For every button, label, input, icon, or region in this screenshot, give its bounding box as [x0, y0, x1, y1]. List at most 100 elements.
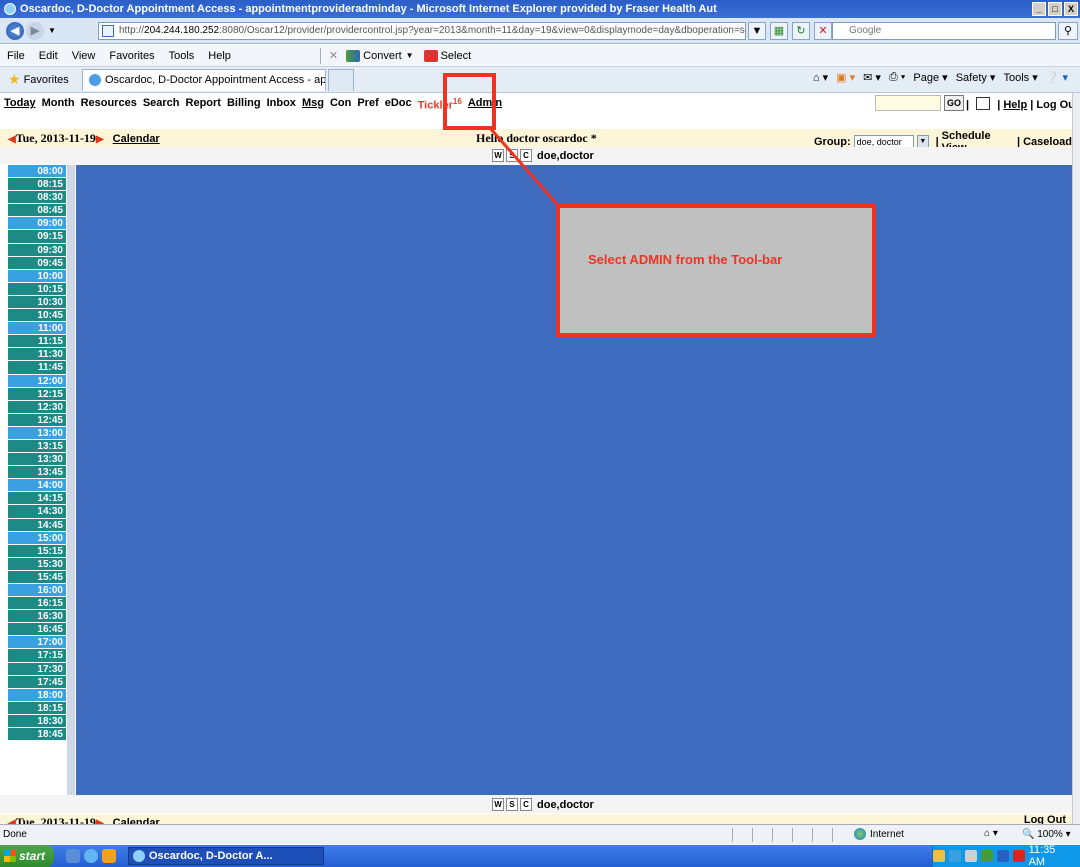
time-slot[interactable]: 11:15 — [8, 335, 66, 349]
menu-con[interactable]: Con — [330, 97, 351, 112]
time-slot[interactable]: 15:30 — [8, 557, 66, 571]
time-slot[interactable]: 14:00 — [8, 479, 66, 493]
menu-file[interactable]: File — [0, 50, 32, 62]
compatibility-icon[interactable]: ▦ — [770, 22, 788, 40]
stop-icon[interactable]: ✕ — [814, 22, 832, 40]
time-slot[interactable]: 17:00 — [8, 636, 66, 650]
time-slot[interactable]: 11:45 — [8, 361, 66, 375]
calendar-link-bottom[interactable]: Calendar — [113, 817, 160, 824]
time-slot[interactable]: 09:30 — [8, 243, 66, 257]
time-slot[interactable]: 13:30 — [8, 453, 66, 467]
time-slot[interactable]: 14:30 — [8, 505, 66, 519]
desktop-icon[interactable] — [66, 849, 80, 863]
minimize-button[interactable]: _ — [1032, 2, 1046, 16]
time-slot[interactable]: 17:45 — [8, 675, 66, 689]
time-slot[interactable]: 10:00 — [8, 269, 66, 283]
lock-icon[interactable] — [932, 850, 945, 862]
url-dropdown-icon[interactable]: ▼ — [748, 22, 766, 40]
protected-mode-icon[interactable]: ⌂ ▾ — [984, 828, 998, 839]
menu-inbox[interactable]: Inbox — [267, 97, 296, 112]
provider-search-button[interactable]: S — [506, 149, 518, 162]
edit-icon[interactable] — [976, 97, 991, 110]
history-dropdown-icon[interactable]: ▼ — [48, 26, 56, 35]
quick-search-input[interactable] — [875, 95, 941, 111]
vertical-scrollbar[interactable] — [1072, 93, 1080, 824]
volume-icon[interactable] — [964, 850, 977, 862]
help-icon[interactable]: ❔ ▾ — [1046, 71, 1068, 84]
provider-caseload-button-bottom[interactable]: C — [520, 798, 532, 811]
time-slot[interactable]: 15:45 — [8, 570, 66, 584]
prev-day-icon[interactable]: ◀ — [8, 134, 16, 145]
menu-resources[interactable]: Resources — [81, 97, 137, 112]
time-slot[interactable]: 08:00 — [8, 165, 66, 179]
time-slot[interactable]: 18:15 — [8, 701, 66, 715]
home-icon[interactable]: ⌂ ▾ — [813, 71, 828, 84]
provider-search-button-bottom[interactable]: S — [506, 798, 518, 811]
time-slot[interactable]: 08:45 — [8, 204, 66, 218]
favorites-button[interactable]: ★ Favorites — [0, 71, 80, 88]
provider-week-button[interactable]: W — [492, 149, 504, 162]
menu-today[interactable]: Today — [4, 97, 36, 112]
search-input[interactable]: Google — [832, 22, 1056, 40]
time-slot[interactable]: 09:00 — [8, 217, 66, 231]
feeds-icon[interactable]: ▣ ▾ — [836, 71, 855, 84]
time-slot[interactable]: 12:15 — [8, 387, 66, 401]
time-slot[interactable]: 15:00 — [8, 531, 66, 545]
time-slot[interactable]: 12:45 — [8, 413, 66, 427]
help-link[interactable]: Help — [1003, 99, 1027, 111]
time-slot[interactable]: 17:30 — [8, 662, 66, 676]
time-slot[interactable]: 18:00 — [8, 688, 66, 702]
time-slot[interactable]: 16:00 — [8, 584, 66, 598]
menu-billing[interactable]: Billing — [227, 97, 261, 112]
outlook-icon[interactable] — [102, 849, 116, 863]
time-slot[interactable]: 10:45 — [8, 309, 66, 323]
menu-report[interactable]: Report — [186, 97, 221, 112]
select-button[interactable]: Select — [423, 49, 471, 62]
time-slot[interactable]: 13:45 — [8, 466, 66, 480]
maximize-button[interactable]: □ — [1048, 2, 1062, 16]
time-slot[interactable]: 12:00 — [8, 374, 66, 388]
menu-favorites[interactable]: Favorites — [102, 50, 161, 62]
menu-view[interactable]: View — [65, 50, 103, 62]
logout-link-bottom[interactable]: Log Out — [1024, 814, 1066, 824]
time-slot[interactable]: 18:30 — [8, 714, 66, 729]
tab-oscardoc[interactable]: Oscardoc, D-Doctor Appointment Access - … — [82, 68, 326, 91]
forward-button[interactable]: ▶ — [26, 21, 44, 40]
time-slot[interactable]: 13:00 — [8, 426, 66, 440]
time-slot[interactable]: 10:30 — [8, 295, 66, 310]
page-menu[interactable]: Page ▾ — [913, 71, 947, 84]
ie-quicklaunch-icon[interactable] — [84, 849, 98, 863]
provider-name-bottom[interactable]: doe,doctor — [537, 799, 594, 811]
provider-caseload-button[interactable]: C — [520, 149, 532, 162]
menu-help[interactable]: Help — [201, 50, 238, 62]
menu-edit[interactable]: Edit — [32, 50, 65, 62]
time-slot[interactable]: 09:45 — [8, 256, 66, 270]
time-slot[interactable]: 18:45 — [8, 728, 66, 742]
tools-menu[interactable]: Tools ▾ — [1003, 71, 1037, 84]
safety-menu[interactable]: Safety ▾ — [956, 71, 996, 84]
time-slot[interactable]: 13:15 — [8, 439, 66, 454]
time-slot[interactable]: 11:00 — [8, 322, 66, 336]
url-field[interactable]: http://204.244.180.252:8080/Oscar12/prov… — [98, 22, 746, 40]
time-slot[interactable]: 14:15 — [8, 492, 66, 506]
zoom-control[interactable]: 🔍 100% ▾ — [1022, 829, 1071, 840]
antivirus-icon[interactable] — [1012, 850, 1025, 862]
menu-pref[interactable]: Pref — [357, 97, 378, 112]
print-icon[interactable]: ⎙ ▾ — [889, 71, 905, 84]
mail-icon[interactable]: ✉ ▾ — [863, 71, 881, 84]
time-slot[interactable]: 17:15 — [8, 649, 66, 663]
time-slot[interactable]: 14:45 — [8, 518, 66, 532]
time-slot[interactable]: 09:15 — [8, 230, 66, 244]
sync-icon[interactable] — [980, 850, 993, 862]
next-day-icon[interactable]: ▶ — [96, 134, 104, 145]
time-slot[interactable]: 11:30 — [8, 348, 66, 362]
time-slot[interactable]: 15:15 — [8, 544, 66, 558]
search-icon[interactable]: ⚲ — [1058, 22, 1078, 40]
new-tab-button[interactable] — [328, 68, 354, 91]
go-button[interactable]: GO — [944, 95, 964, 111]
close-toolbar-icon[interactable]: ✕ — [329, 49, 338, 62]
menu-tools[interactable]: Tools — [162, 50, 202, 62]
menu-month[interactable]: Month — [42, 97, 75, 112]
shield-icon[interactable] — [996, 850, 1009, 862]
taskbar-item-oscardoc[interactable]: Oscardoc, D-Doctor A... — [128, 847, 324, 865]
